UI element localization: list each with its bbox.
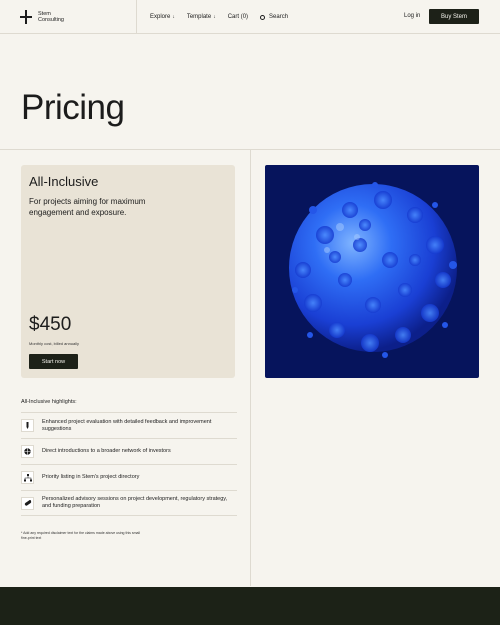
arrow-down-icon: ↓ xyxy=(172,14,175,20)
page-title: Pricing xyxy=(21,88,125,127)
site-header: Stem Consulting Explore ↓ Template ↓ Car… xyxy=(0,0,500,34)
pricing-card: All-Inclusive For projects aiming for ma… xyxy=(21,165,235,378)
pill-icon xyxy=(21,496,34,510)
nav-explore[interactable]: Explore ↓ xyxy=(150,14,175,20)
highlight-text: Enhanced project evaluation with detaile… xyxy=(42,418,212,432)
brand-logo[interactable]: Stem Consulting xyxy=(0,0,137,34)
nav-explore-label: Explore xyxy=(150,14,171,20)
highlight-text: Priority listing in Stem's project direc… xyxy=(42,474,140,480)
nav-cart-label: Cart (0) xyxy=(227,14,249,20)
search-icon xyxy=(260,14,266,20)
highlights-list: Enhanced project evaluation with detaile… xyxy=(21,412,237,516)
arrow-down-icon: ↓ xyxy=(213,14,216,20)
nav-cart[interactable]: Cart (0) xyxy=(228,14,248,20)
stem-logo-icon xyxy=(20,10,34,24)
start-now-button[interactable]: Start now xyxy=(29,354,78,369)
column-divider xyxy=(250,150,251,586)
highlight-text: Personalized advisory sessions on projec… xyxy=(42,496,228,509)
pen-icon xyxy=(21,419,34,432)
main-nav: Explore ↓ Template ↓ Cart (0) Search xyxy=(150,0,288,34)
plan-price: $450 xyxy=(29,314,72,335)
buy-stem-button[interactable]: Buy Stem xyxy=(429,9,479,24)
list-item: Enhanced project evaluation with detaile… xyxy=(21,412,237,438)
brand-name-line2: Consulting xyxy=(38,17,64,23)
list-item: Direct introductions to a broader networ… xyxy=(21,438,237,464)
nav-template-label: Template xyxy=(186,14,212,20)
nav-search-label: Search xyxy=(269,14,289,20)
list-item: Personalized advisory sessions on projec… xyxy=(21,490,237,516)
disclaimer-footnote: * Add any required disclaimer text for t… xyxy=(21,531,141,540)
plan-name: All-Inclusive xyxy=(29,174,99,189)
globe-icon xyxy=(21,445,34,458)
list-item: Priority listing in Stem's project direc… xyxy=(21,464,237,490)
site-footer xyxy=(0,587,500,625)
sphere-illustration xyxy=(289,182,457,358)
plan-description: For projects aiming for maximum engageme… xyxy=(29,197,146,217)
highlights-heading: All-Inclusive highlights: xyxy=(21,399,77,405)
network-icon xyxy=(21,471,34,484)
nav-template[interactable]: Template ↓ xyxy=(187,14,216,20)
brand-name: Stem Consulting xyxy=(38,11,78,24)
nav-search[interactable]: Search xyxy=(260,14,288,20)
plan-billing-note: Monthly cost, billed annually xyxy=(29,341,80,346)
virus-sphere-image xyxy=(265,165,479,378)
highlight-text: Direct introductions to a broader networ… xyxy=(42,448,171,454)
login-link[interactable]: Log in xyxy=(404,13,420,19)
